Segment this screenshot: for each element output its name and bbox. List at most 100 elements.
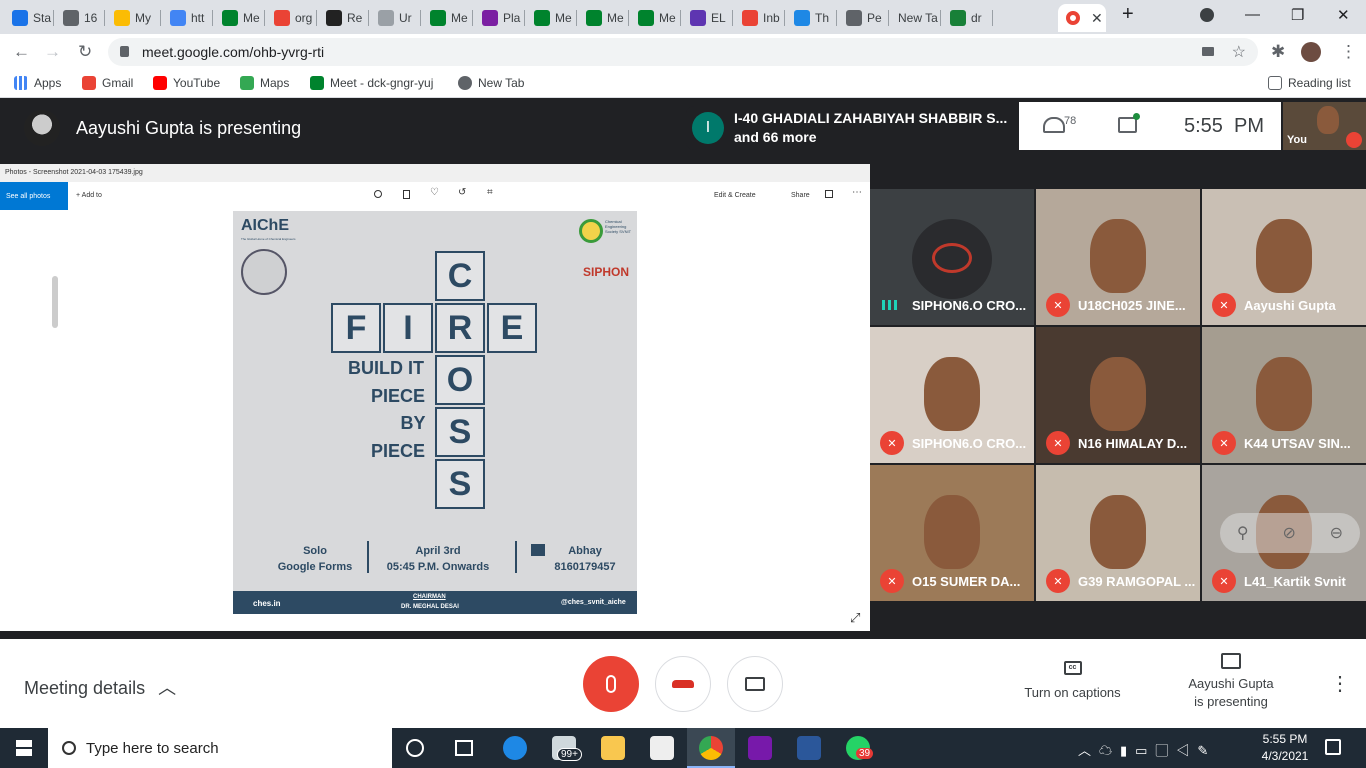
star-icon[interactable]: ☆ (1232, 42, 1246, 62)
join-notification[interactable]: I I-40 GHADIALI ZAHABIYAH SHABBIR S... a… (686, 106, 1016, 150)
browser-tab[interactable]: Inb (734, 4, 786, 32)
see-all-photos-button[interactable]: See all photos (0, 182, 68, 210)
new-tab-button[interactable]: + (1122, 3, 1134, 26)
restore-button[interactable]: ❐ (1291, 6, 1304, 24)
leave-call-button[interactable] (655, 656, 711, 712)
edge-icon[interactable] (503, 736, 527, 760)
browser-tab[interactable]: Me (630, 4, 682, 32)
browser-tab[interactable]: org (266, 4, 318, 32)
browser-tab[interactable]: Me (526, 4, 578, 32)
more-icon[interactable]: ⋯ (852, 187, 862, 198)
cortana-icon[interactable] (406, 739, 424, 757)
minimize-button[interactable]: — (1245, 6, 1260, 23)
taskbar-search[interactable]: Type here to search (48, 728, 392, 768)
crop-icon[interactable]: ⌗ (487, 187, 493, 198)
presenting-button[interactable]: Aayushi Gupta is presenting (1170, 653, 1292, 711)
heart-icon[interactable]: ♡ (430, 187, 439, 198)
record-icon (1066, 11, 1080, 25)
meeting-details-label: Meeting details (24, 678, 146, 698)
participant-tile[interactable]: SIPHON6.O CRO... (870, 189, 1034, 325)
participant-name: U18CH025 JINE... (1078, 298, 1186, 313)
print-icon[interactable] (825, 190, 833, 198)
society-name: Chemical Engineering Society SVNIT (605, 219, 632, 234)
tab-favicon-icon (950, 10, 966, 26)
share-button[interactable]: Share (791, 192, 810, 199)
browser-tab[interactable]: dr (942, 4, 994, 32)
close-window-button[interactable]: ✕ (1337, 6, 1350, 24)
present-icon (1221, 653, 1241, 669)
bookmark-newtab[interactable]: New Tab (458, 76, 524, 90)
participant-tile[interactable]: ✕ U18CH025 JINE... (1036, 189, 1200, 325)
browser-tab[interactable]: htt (162, 4, 214, 32)
pin-icon[interactable]: ⚲ (1237, 523, 1249, 543)
tab-favicon-icon (378, 10, 394, 26)
camera-icon[interactable] (1202, 47, 1214, 56)
more-options-icon[interactable]: ⋮ (1330, 671, 1350, 696)
participant-tile[interactable]: ✕ Aayushi Gupta (1202, 189, 1366, 325)
tab-separator (472, 10, 473, 26)
rotate-icon[interactable]: ↺ (458, 187, 466, 198)
self-view[interactable]: You (1283, 102, 1366, 150)
participant-tile[interactable]: ✕ SIPHON6.O CRO... (870, 327, 1034, 463)
mute-icon[interactable]: ⊘ (1282, 523, 1295, 543)
add-to-button[interactable]: + Add to (76, 192, 102, 199)
tile-hover-controls[interactable]: ⚲ ⊘ ⊖ (1220, 513, 1360, 553)
browser-tab[interactable]: EL (682, 4, 734, 32)
address-bar[interactable]: meet.google.com/ohb-yvrg-rti ☆ (108, 38, 1258, 66)
browser-tab[interactable]: 16 (55, 4, 106, 32)
profile-avatar[interactable] (1301, 42, 1321, 62)
close-tab-icon[interactable]: ✕ (1091, 10, 1103, 27)
browser-tab[interactable]: Me (214, 4, 266, 32)
side-scroll-handle[interactable] (52, 276, 58, 328)
browser-tab[interactable]: Th (786, 4, 838, 32)
meeting-details-button[interactable]: Meeting details ︿ (24, 674, 176, 700)
browser-tab[interactable]: Pe (838, 4, 890, 32)
notification-center-icon[interactable] (1325, 739, 1341, 755)
browser-tab[interactable]: Ur (370, 4, 422, 32)
browser-tab[interactable]: Sta (4, 4, 55, 32)
extensions-icon[interactable]: ✱ (1271, 42, 1285, 62)
participant-tile[interactable]: ✕ K44 UTSAV SIN... (1202, 327, 1366, 463)
zoom-icon[interactable] (374, 190, 382, 198)
reading-list[interactable]: Reading list (1268, 76, 1351, 90)
bookmark-maps[interactable]: Maps (240, 76, 289, 90)
camera-toggle-button[interactable] (727, 656, 783, 712)
participant-tile[interactable]: ✕ N16 HIMALAY D... (1036, 327, 1200, 463)
task-view-icon[interactable] (455, 740, 473, 756)
captions-button[interactable]: cc Turn on captions (1010, 661, 1135, 700)
tab-active[interactable]: ✕ (1058, 4, 1106, 32)
file-explorer-icon[interactable] (601, 736, 625, 760)
bookmark-apps[interactable]: Apps (14, 76, 61, 90)
menu-icon[interactable]: ⋮ (1340, 42, 1357, 62)
expand-icon[interactable]: ⤢ (850, 610, 860, 626)
mic-toggle-button[interactable] (583, 656, 639, 712)
tab-search-icon[interactable] (1200, 8, 1214, 22)
participant-tile[interactable]: ✕ G39 RAMGOPAL ... (1036, 465, 1200, 601)
windows-start-icon[interactable] (16, 740, 32, 756)
delete-icon[interactable] (403, 190, 410, 199)
forward-icon[interactable]: → (44, 42, 61, 62)
bookmark-gmail[interactable]: Gmail (82, 76, 133, 90)
browser-tab[interactable]: Me (422, 4, 474, 32)
reload-icon[interactable]: ↻ (78, 42, 92, 62)
bookmark-youtube[interactable]: YouTube (153, 76, 220, 90)
browser-tab[interactable]: Pla (474, 4, 526, 32)
back-icon[interactable]: ← (13, 42, 30, 62)
presenter-avatar (24, 110, 60, 146)
browser-tab[interactable]: My (106, 4, 162, 32)
participant-tile[interactable]: ✕ O15 SUMER DA... (870, 465, 1034, 601)
edit-create-button[interactable]: Edit & Create (714, 192, 756, 199)
browser-tab[interactable]: Me (578, 4, 630, 32)
youtube-icon (153, 76, 167, 90)
browser-tab[interactable]: Re (318, 4, 370, 32)
store-icon[interactable] (650, 736, 674, 760)
onenote-icon[interactable] (748, 736, 772, 760)
participant-tile[interactable]: ✕ L41_Kartik Svnit ⚲ ⊘ ⊖ (1202, 465, 1366, 601)
remove-icon[interactable]: ⊖ (1330, 523, 1343, 543)
tray-icons[interactable]: ︿☁▮▭▢◁✎ (1078, 740, 1216, 759)
taskbar-clock[interactable]: 5:55 PM 4/3/2021 (1255, 731, 1315, 765)
word-icon[interactable] (797, 736, 821, 760)
people-icon[interactable] (1043, 117, 1065, 133)
browser-tab[interactable]: New Ta (890, 4, 942, 32)
bookmark-meet[interactable]: Meet - dck-gngr-yuj (310, 76, 433, 90)
